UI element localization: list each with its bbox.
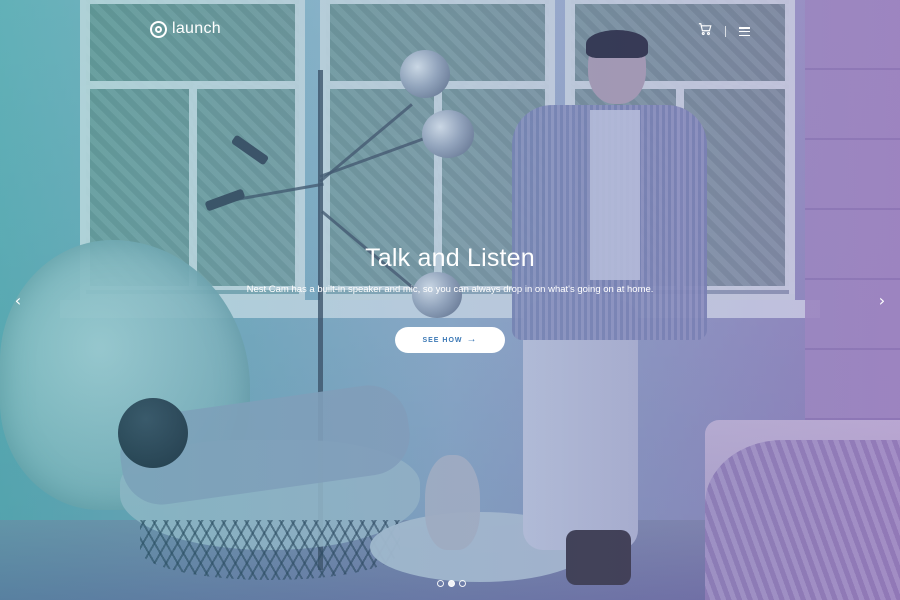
lamp-shade [422,110,474,158]
see-how-label: SEE HOW [422,336,463,344]
chair-frame [140,520,400,580]
header-actions [698,22,750,41]
logo-text: launch [172,20,221,37]
logo[interactable]: launch [150,20,221,38]
menu-icon[interactable] [739,27,750,36]
carousel-dot[interactable] [448,580,455,587]
blanket [705,440,900,600]
carousel-dot[interactable] [437,580,444,587]
chevron-left-icon[interactable]: ‹ [8,290,28,310]
cart-button[interactable] [698,22,712,41]
carousel-dots [437,580,466,587]
hero-subtitle: Nest Cam has a built-in speaker and mic,… [246,284,654,295]
child-head [118,398,188,468]
man-hair [586,30,648,58]
arrow-right-icon: → [466,334,478,345]
see-how-button[interactable]: SEE HOW → [395,327,505,353]
launch-logo-icon [150,20,167,38]
hero-title: Talk and Listen [365,244,535,272]
hero-background [0,0,900,600]
stuffed-bunny [425,455,480,550]
header-divider [725,26,726,37]
lamp-shade [400,50,450,98]
cart-icon [698,23,712,36]
lamp-shade [412,272,462,318]
man-shoes [566,530,631,585]
chevron-right-icon[interactable]: › [872,290,892,310]
carousel-dot[interactable] [459,580,466,587]
